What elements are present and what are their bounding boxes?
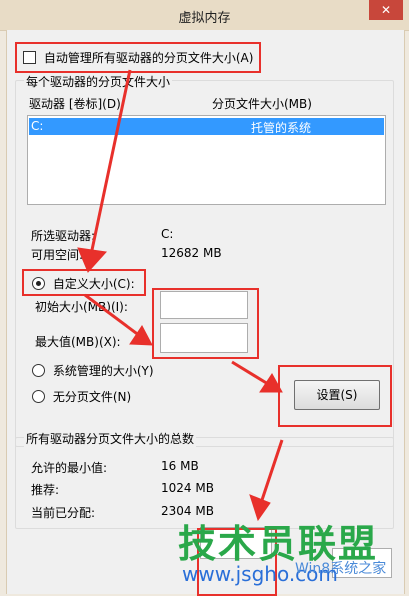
min-value: 16 MB xyxy=(161,459,199,473)
column-header-drive: 驱动器 [卷标](D) xyxy=(29,97,121,111)
no-paging-radio[interactable] xyxy=(32,390,45,403)
window-title: 虚拟内存 xyxy=(178,11,231,26)
free-space-label: 可用空间: xyxy=(31,248,84,262)
no-paging-radio-row[interactable]: 无分页文件(N) xyxy=(32,388,131,405)
column-header-size: 分页文件大小(MB) xyxy=(212,97,312,111)
current-label: 当前已分配: xyxy=(31,506,96,520)
watermark-brand: Win8系统之家 xyxy=(295,561,387,577)
selected-drive-value: C: xyxy=(161,227,174,241)
set-button[interactable]: 设置(S) xyxy=(294,380,380,410)
totals-group-title: 所有驱动器分页文件大小的总数 xyxy=(24,430,197,447)
system-managed-radio-row[interactable]: 系统管理的大小(Y) xyxy=(32,362,154,379)
recommended-label: 推荐: xyxy=(31,483,60,497)
selected-drive-label: 所选驱动器: xyxy=(31,229,96,243)
max-size-input[interactable] xyxy=(160,323,248,353)
size-cell: 托管的系统 xyxy=(251,121,312,135)
initial-size-label: 初始大小(MB)(I): xyxy=(35,300,128,314)
virtual-memory-dialog: 自动管理所有驱动器的分页文件大小(A) 每个驱动器的分页文件大小 驱动器 [卷标… xyxy=(6,30,405,594)
per-drive-group-title: 每个驱动器的分页文件大小 xyxy=(24,73,173,90)
title-bar: 虚拟内存 ✕ xyxy=(0,0,409,31)
free-space-value: 12682 MB xyxy=(161,246,222,260)
initial-size-input[interactable] xyxy=(160,291,248,319)
auto-manage-checkbox[interactable] xyxy=(23,51,36,64)
system-managed-radio[interactable] xyxy=(32,364,45,377)
no-paging-label[interactable]: 无分页文件(N) xyxy=(53,390,131,404)
custom-size-radio[interactable] xyxy=(32,277,45,290)
auto-manage-checkbox-row[interactable]: 自动管理所有驱动器的分页文件大小(A) xyxy=(23,49,253,66)
custom-size-radio-row[interactable]: 自定义大小(C): xyxy=(32,275,135,292)
min-label: 允许的最小值: xyxy=(31,461,108,475)
drive-list[interactable]: C: 托管的系统 xyxy=(27,115,386,205)
close-button[interactable]: ✕ xyxy=(369,0,403,20)
drive-cell: C: xyxy=(31,119,44,133)
auto-manage-label[interactable]: 自动管理所有驱动器的分页文件大小(A) xyxy=(44,51,254,65)
list-item[interactable]: C: 托管的系统 xyxy=(29,118,384,135)
custom-size-label[interactable]: 自定义大小(C): xyxy=(53,277,135,291)
max-size-label: 最大值(MB)(X): xyxy=(35,335,121,349)
system-managed-label[interactable]: 系统管理的大小(Y) xyxy=(53,364,154,378)
recommended-value: 1024 MB xyxy=(161,481,214,495)
